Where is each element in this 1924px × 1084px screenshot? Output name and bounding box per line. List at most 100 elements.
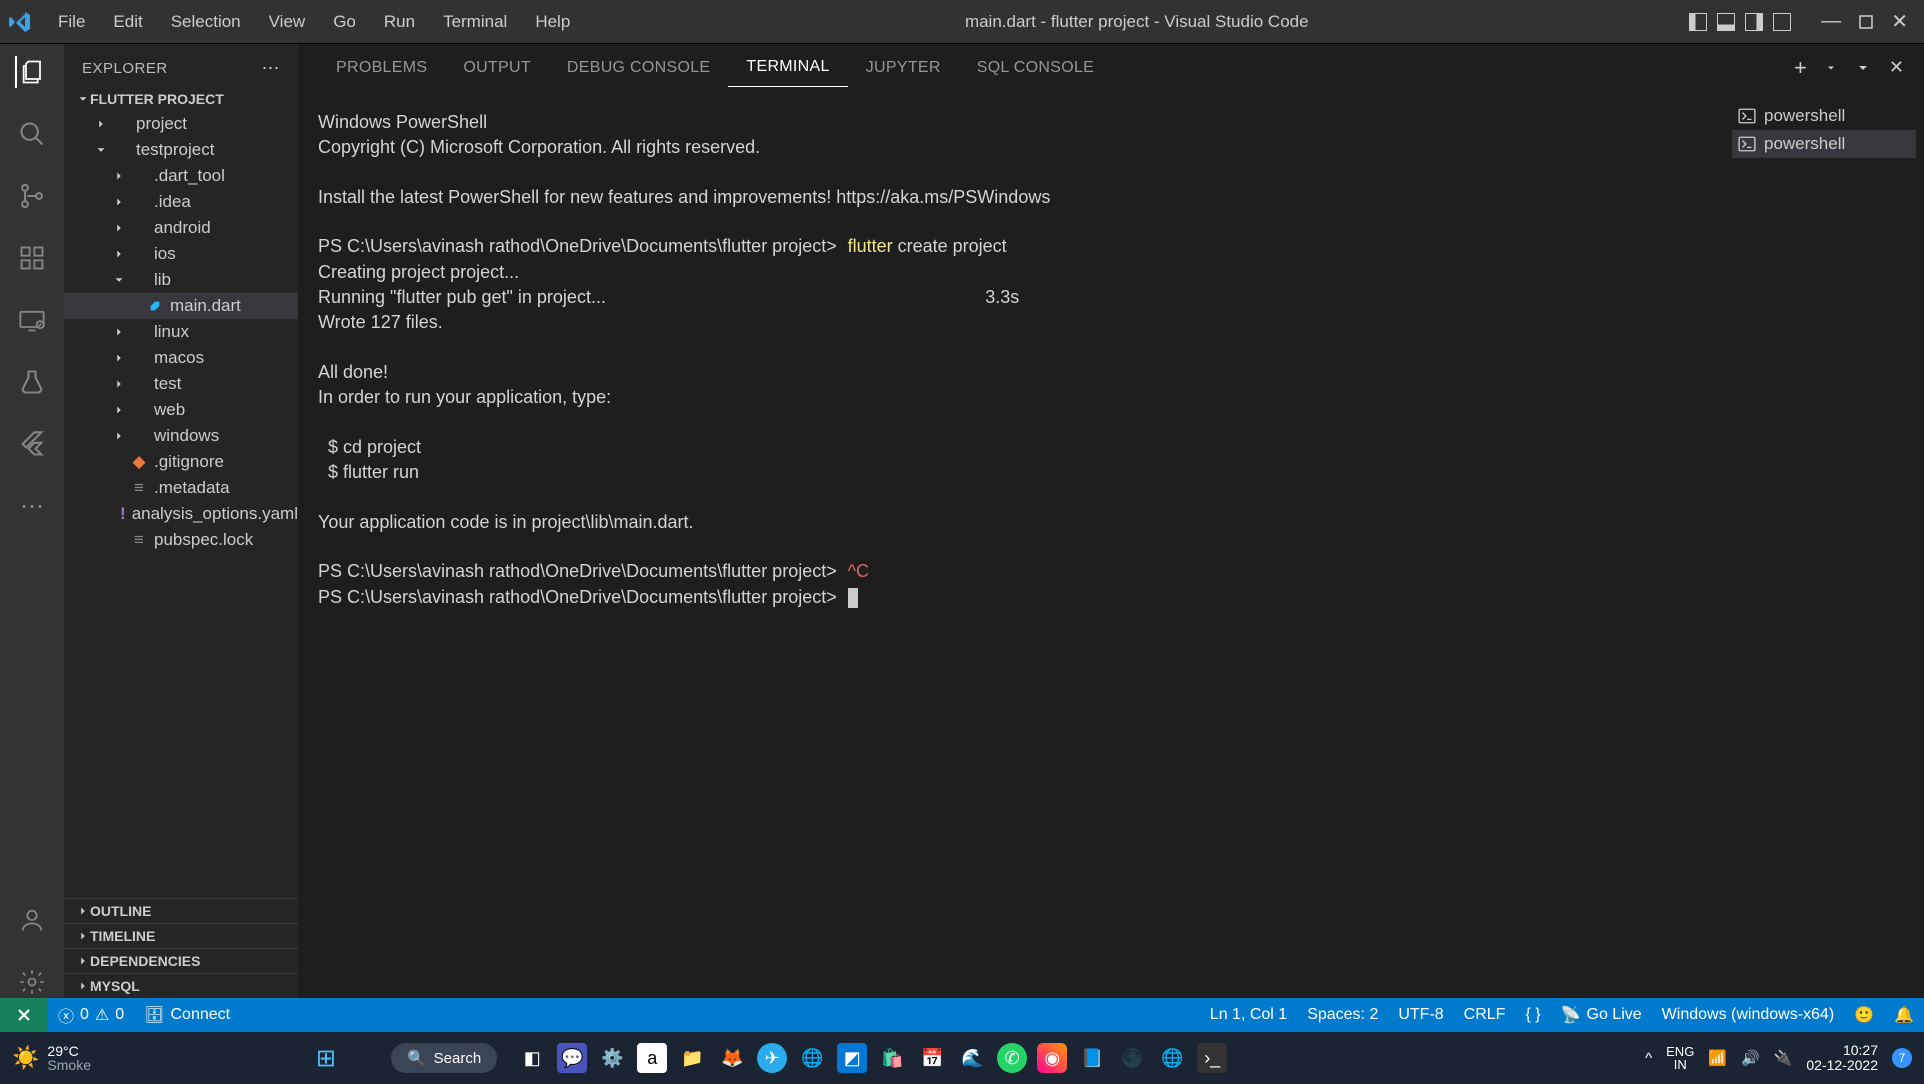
tree-item-analysis-options-yaml[interactable]: !analysis_options.yaml [64,501,298,527]
tree-item-android[interactable]: android [64,215,298,241]
layout-grid-icon[interactable] [1773,13,1791,31]
flutter-target[interactable]: Windows (windows-x64) [1652,1005,1845,1025]
feedback-icon[interactable]: 🙂 [1844,1005,1884,1025]
cursor-position[interactable]: Ln 1, Col 1 [1200,1005,1297,1025]
tree-item--metadata[interactable]: ≡.metadata [64,475,298,501]
section-outline[interactable]: OUTLINE [64,898,298,923]
go-live[interactable]: 📡Go Live [1551,1005,1652,1025]
clock[interactable]: 10:2702-12-2022 [1806,1043,1878,1074]
wifi-icon[interactable]: 📶 [1708,1049,1727,1067]
tree-item-project[interactable]: project [64,111,298,137]
menu-edit[interactable]: Edit [99,6,156,38]
amazon-icon[interactable]: a [637,1043,667,1073]
tree-item-web[interactable]: web [64,397,298,423]
tree-item-test[interactable]: test [64,371,298,397]
tree-item--idea[interactable]: .idea [64,189,298,215]
close-panel-icon[interactable]: ✕ [1889,57,1904,78]
volume-icon[interactable]: 🔊 [1741,1049,1760,1067]
tab-terminal[interactable]: TERMINAL [728,48,847,87]
settings-icon[interactable] [16,966,48,998]
tree-item-testproject[interactable]: testproject [64,137,298,163]
settings-icon[interactable]: ⚙️ [597,1043,627,1073]
chrome2-icon[interactable]: 🌐 [1157,1043,1187,1073]
edge-icon[interactable]: 🌊 [957,1043,987,1073]
layout-left-icon[interactable] [1689,13,1707,31]
tab-sql-console[interactable]: SQL CONSOLE [959,49,1112,87]
terminal-icon[interactable]: ›_ [1197,1043,1227,1073]
chrome-icon[interactable]: 🌐 [797,1043,827,1073]
tree-item--dart-tool[interactable]: .dart_tool [64,163,298,189]
terminal-split-dropdown-icon[interactable] [1825,62,1837,74]
notification-badge[interactable]: 7 [1892,1048,1912,1068]
layout-bottom-icon[interactable] [1717,13,1735,31]
menu-selection[interactable]: Selection [157,6,255,38]
menu-go[interactable]: Go [319,6,370,38]
account-icon[interactable] [16,904,48,936]
menu-file[interactable]: File [44,6,99,38]
chevron-down-icon[interactable] [1855,60,1871,76]
connect-button[interactable]: 🗄Connect [134,1005,240,1025]
menu-terminal[interactable]: Terminal [429,6,521,38]
language-indicator[interactable]: ENGIN [1666,1045,1694,1071]
new-terminal-icon[interactable]: + [1794,55,1807,81]
encoding[interactable]: UTF-8 [1388,1005,1453,1025]
tree-item-linux[interactable]: linux [64,319,298,345]
tab-jupyter[interactable]: JUPYTER [848,49,959,87]
minimize-icon[interactable]: — [1821,10,1841,33]
tree-item-main-dart[interactable]: main.dart [64,293,298,319]
vscode-icon[interactable]: ◩ [837,1043,867,1073]
close-icon[interactable]: ✕ [1891,9,1908,34]
store-icon[interactable]: 🛍️ [877,1043,907,1073]
teams-icon[interactable]: 💬 [557,1043,587,1073]
battery-icon[interactable]: 🔌 [1774,1049,1793,1067]
tab-debug-console[interactable]: DEBUG CONSOLE [549,49,729,87]
flutter-icon[interactable] [16,428,48,460]
search-icon[interactable] [16,118,48,150]
tab-problems[interactable]: PROBLEMS [318,49,445,87]
terminal[interactable]: Windows PowerShell Copyright (C) Microso… [298,92,1724,998]
file-explorer-icon[interactable]: 📁 [677,1043,707,1073]
calendar-icon[interactable]: 📅 [917,1043,947,1073]
project-root[interactable]: FLUTTER PROJECT [64,87,298,111]
extensions-icon[interactable] [16,242,48,274]
telegram-icon[interactable]: ✈ [757,1043,787,1073]
errors-count[interactable]: ⓧ0 ⚠0 [48,1003,134,1027]
app-icon[interactable]: 📘 [1077,1043,1107,1073]
remote-icon[interactable] [16,304,48,336]
section-timeline[interactable]: TIMELINE [64,923,298,948]
section-mysql[interactable]: MYSQL [64,973,298,998]
source-control-icon[interactable] [16,180,48,212]
tree-item-pubspec-lock[interactable]: ≡pubspec.lock [64,527,298,553]
terminal-instance-2[interactable]: powershell [1732,130,1916,158]
taskbar-search[interactable]: 🔍 Search [391,1043,497,1073]
menu-run[interactable]: Run [370,6,429,38]
task-view-icon[interactable]: ◧ [517,1043,547,1073]
explorer-more-icon[interactable]: ⋯ [262,58,281,79]
whatsapp-icon[interactable]: ✆ [997,1043,1027,1073]
indentation[interactable]: Spaces: 2 [1297,1005,1388,1025]
tab-output[interactable]: OUTPUT [445,49,549,87]
instagram-icon[interactable]: ◉ [1037,1043,1067,1073]
explorer-icon[interactable] [15,56,47,88]
tree-item-windows[interactable]: windows [64,423,298,449]
tree-item--gitignore[interactable]: ◆.gitignore [64,449,298,475]
menu-help[interactable]: Help [521,6,584,38]
tree-item-macos[interactable]: macos [64,345,298,371]
start-icon[interactable]: ⊞ [311,1043,341,1073]
remote-indicator[interactable] [0,998,48,1032]
firefox-icon[interactable]: 🦊 [717,1043,747,1073]
eclipse-icon[interactable]: 🌑 [1117,1043,1147,1073]
menu-view[interactable]: View [255,6,320,38]
section-dependencies[interactable]: DEPENDENCIES [64,948,298,973]
more-icon[interactable]: ⋯ [16,490,48,522]
maximize-icon[interactable] [1859,15,1873,29]
eol[interactable]: CRLF [1454,1005,1516,1025]
terminal-instance-1[interactable]: powershell [1732,102,1916,130]
weather-widget[interactable]: ☀️ 29°C Smoke [12,1044,91,1072]
tree-item-ios[interactable]: ios [64,241,298,267]
layout-right-icon[interactable] [1745,13,1763,31]
notifications-icon[interactable]: 🔔 [1884,1005,1924,1025]
language-mode[interactable]: { } [1515,1005,1550,1025]
testing-icon[interactable] [16,366,48,398]
tray-chevron-icon[interactable]: ^ [1645,1050,1652,1067]
